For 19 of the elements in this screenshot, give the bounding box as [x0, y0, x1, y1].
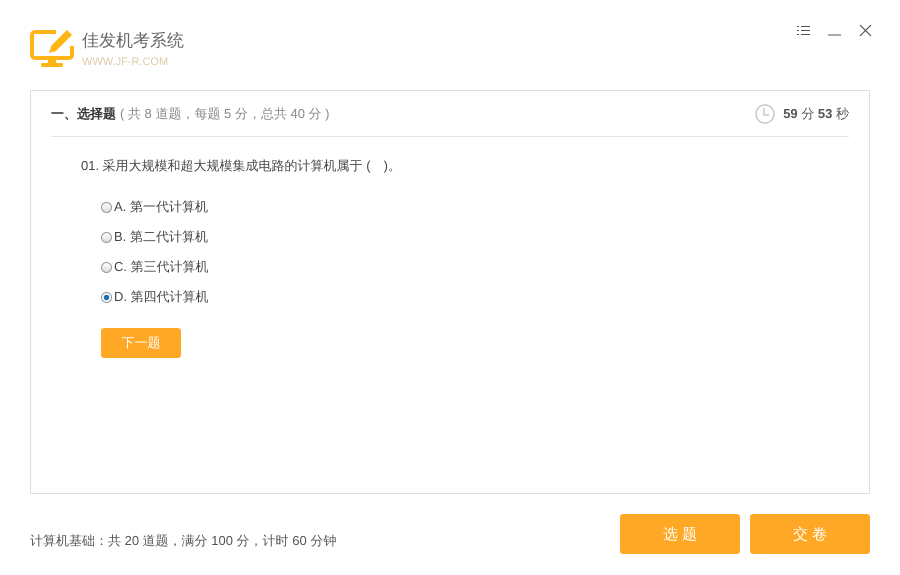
radio-button[interactable]: [101, 202, 112, 212]
monitor-pencil-logo: [30, 28, 74, 68]
app-website: WWW.JF-R.COM: [82, 56, 170, 68]
option-label[interactable]: C. 第三代计算机: [114, 258, 209, 276]
exam-summary: 计算机基础：共 20 道题，满分 100 分，计时 60 分钟: [30, 532, 336, 550]
radio-button[interactable]: [101, 262, 112, 272]
option-label[interactable]: A. 第一代计算机: [114, 198, 208, 216]
radio-button[interactable]: [101, 292, 112, 302]
app-title: 佳发机考系统: [82, 30, 184, 52]
option-label[interactable]: D. 第四代计算机: [114, 288, 209, 306]
radio-button[interactable]: [101, 232, 112, 242]
question-text: 01. 采用大规模和超大规模集成电路的计算机属于 ( )。: [81, 157, 402, 175]
close-icon[interactable]: [859, 24, 872, 37]
clock-icon: [755, 104, 776, 124]
option-label[interactable]: B. 第二代计算机: [114, 228, 208, 246]
section-info: ( 共 8 道题，每题 5 分，总共 40 分 ): [120, 106, 330, 120]
countdown-timer: 59 分 53 秒: [783, 104, 849, 122]
menu-icon[interactable]: [797, 25, 810, 36]
section-title: 一、选择题: [51, 106, 116, 120]
